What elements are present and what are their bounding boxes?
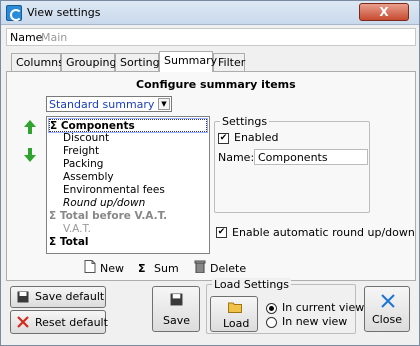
summary-mode-select[interactable]: Standard summary ▼ xyxy=(46,96,172,112)
delete-button[interactable]: Delete xyxy=(210,262,246,275)
blue-x-icon xyxy=(381,294,395,308)
floppy-disk-icon xyxy=(17,291,29,303)
in-current-view-radio[interactable] xyxy=(266,303,277,314)
title-bar: View settings X xyxy=(1,1,419,25)
summary-mode-value: Standard summary xyxy=(49,98,155,111)
list-item[interactable]: Σ Components xyxy=(48,118,208,133)
new-document-icon[interactable] xyxy=(84,260,96,273)
floppy-disk-icon xyxy=(170,293,183,306)
save-button[interactable]: Save xyxy=(152,286,200,332)
list-item[interactable]: Round up/down xyxy=(63,197,209,210)
load-button[interactable]: Load xyxy=(210,296,258,332)
settings-legend: Settings xyxy=(220,115,270,128)
save-default-button[interactable]: Save default xyxy=(10,286,106,308)
load-settings-legend: Load Settings xyxy=(212,278,292,291)
close-button[interactable]: Close xyxy=(364,286,410,332)
arrow-up-icon[interactable] xyxy=(24,120,36,134)
auto-round-label: Enable automatic round up/down xyxy=(232,226,415,239)
reset-default-button[interactable]: Reset default xyxy=(10,310,108,334)
trash-icon[interactable] xyxy=(194,260,206,273)
list-item[interactable]: Σ Total before V.A.T. xyxy=(49,210,207,223)
name-input[interactable]: Main xyxy=(41,31,67,44)
in-new-view-radio[interactable] xyxy=(266,317,277,328)
tab-grouping[interactable]: Grouping xyxy=(61,53,117,71)
in-current-view-label: In current view xyxy=(282,301,365,314)
enabled-label: Enabled xyxy=(234,131,279,144)
save-label: Save xyxy=(163,314,191,327)
enabled-checkbox[interactable]: ✔ xyxy=(218,133,229,144)
tab-columns[interactable]: Columns xyxy=(11,53,64,71)
summary-items-list[interactable]: Σ Components Discount Freight Packing As… xyxy=(46,116,210,254)
sigma-icon: Σ xyxy=(138,262,146,275)
window-close-button[interactable]: X xyxy=(359,3,409,21)
summary-heading: Configure summary items xyxy=(136,78,296,91)
list-item[interactable]: Σ Total xyxy=(49,236,207,249)
reset-default-label: Reset default xyxy=(35,316,108,329)
chevron-down-icon[interactable]: ▼ xyxy=(158,98,170,110)
folder-icon xyxy=(228,302,242,313)
auto-round-checkbox[interactable]: ✔ xyxy=(216,227,227,238)
app-icon xyxy=(6,5,22,21)
list-item[interactable]: Packing xyxy=(63,158,209,171)
tab-sorting[interactable]: Sorting xyxy=(115,53,160,71)
new-button[interactable]: New xyxy=(100,262,124,275)
arrow-down-icon[interactable] xyxy=(24,148,36,162)
list-item[interactable]: Discount xyxy=(63,132,209,145)
list-item[interactable]: Assembly xyxy=(63,171,209,184)
close-label: Close xyxy=(372,313,402,326)
load-label: Load xyxy=(223,317,250,330)
tab-summary[interactable]: Summary xyxy=(159,51,217,72)
name-row: Name Main xyxy=(6,28,416,46)
window-title: View settings xyxy=(27,6,101,19)
item-name-label: Name: xyxy=(218,151,255,164)
item-name-input[interactable]: Components xyxy=(254,149,368,165)
list-item[interactable]: Environmental fees xyxy=(63,184,209,197)
save-default-label: Save default xyxy=(35,290,105,303)
in-new-view-label: In new view xyxy=(282,315,348,328)
tab-filter[interactable]: Filter xyxy=(213,53,245,71)
list-item[interactable]: V.A.T. xyxy=(63,223,209,236)
list-item[interactable]: Freight xyxy=(63,145,209,158)
name-label: Name xyxy=(10,31,43,44)
red-x-icon xyxy=(17,316,29,328)
sum-button[interactable]: Sum xyxy=(154,262,179,275)
